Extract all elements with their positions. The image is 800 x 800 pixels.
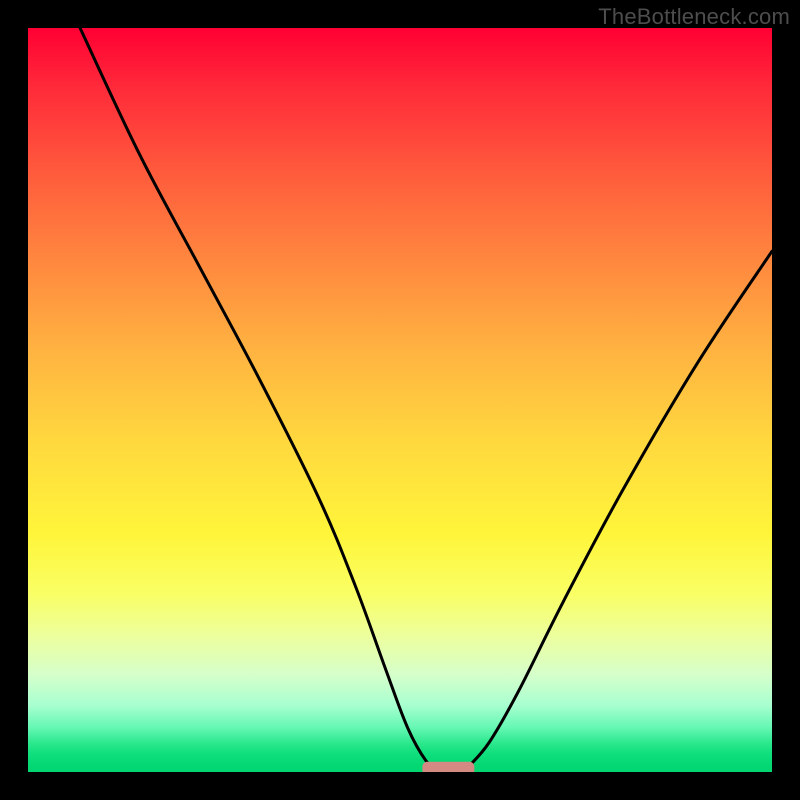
chart-svg xyxy=(28,28,772,772)
plot-area xyxy=(28,28,772,772)
bottleneck-curve xyxy=(80,28,772,768)
optimal-marker-rect xyxy=(422,762,474,772)
optimal-marker xyxy=(422,762,474,772)
curve-left-branch xyxy=(80,28,437,768)
chart-frame: TheBottleneck.com xyxy=(0,0,800,800)
curve-right-branch xyxy=(467,251,772,768)
watermark-text: TheBottleneck.com xyxy=(598,4,790,30)
